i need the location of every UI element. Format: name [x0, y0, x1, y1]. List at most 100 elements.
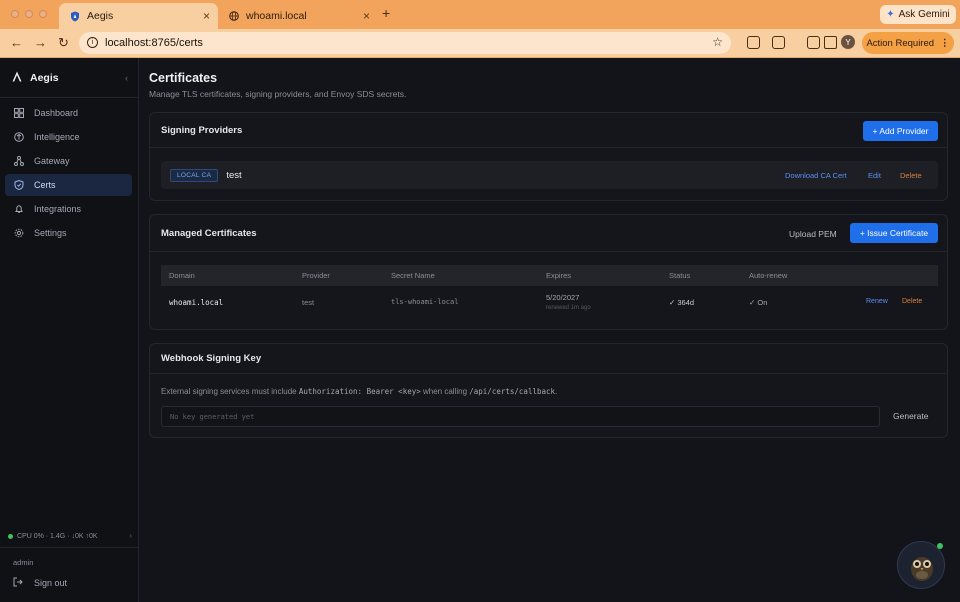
- action-required-label: Action Required: [866, 37, 935, 49]
- new-tab-button[interactable]: +: [382, 5, 390, 21]
- window-close-button[interactable]: [11, 10, 19, 18]
- collapse-sidebar-icon[interactable]: ‹: [125, 73, 128, 83]
- sidebar-item-label: Integrations: [34, 204, 82, 214]
- certificates-table: Domain Provider Secret Name Expires Stat…: [161, 265, 938, 320]
- table-header: Domain Provider Secret Name Expires Stat…: [161, 265, 938, 286]
- webhook-text: .: [555, 387, 558, 396]
- shield-icon: [69, 11, 80, 22]
- webhook-text: External signing services must include: [161, 387, 299, 396]
- close-tab-icon[interactable]: ×: [363, 9, 370, 23]
- sidebar-item-intelligence[interactable]: Intelligence: [5, 126, 132, 148]
- chevron-right-icon: ›: [129, 533, 132, 540]
- delete-provider-link[interactable]: Delete: [900, 171, 922, 180]
- signout-button[interactable]: Sign out: [13, 577, 67, 589]
- bell-icon: [14, 204, 24, 214]
- tab-title: Aegis: [87, 10, 114, 22]
- renew-cert-link[interactable]: Renew: [866, 298, 888, 305]
- download-ca-cert-link[interactable]: Download CA Cert: [785, 171, 847, 180]
- kebab-menu-icon: ⋮: [940, 37, 950, 49]
- bookmark-star-icon[interactable]: ☆: [712, 35, 723, 49]
- sidebar-item-settings[interactable]: Settings: [5, 222, 132, 244]
- logout-icon: [13, 577, 23, 589]
- action-required-button[interactable]: Action Required ⋮: [862, 32, 954, 54]
- current-user: admin: [13, 558, 34, 567]
- browser-tabstrip: Aegis × whoami.local × + ✦ Ask Gemini: [0, 0, 960, 29]
- column-header: Auto-renew: [749, 271, 788, 280]
- status-dot: [8, 534, 13, 539]
- column-header: Provider: [302, 271, 330, 280]
- cert-secret-name: tls-whoami-local: [391, 298, 459, 306]
- extension-icon[interactable]: [772, 36, 785, 49]
- browser-tab-aegis[interactable]: Aegis ×: [59, 3, 218, 29]
- back-arrow-icon[interactable]: ←: [10, 35, 23, 50]
- sidebar-item-label: Certs: [34, 180, 56, 190]
- reload-icon[interactable]: ↻: [58, 35, 69, 51]
- managed-certificates-card: Managed Certificates Upload PEM + Issue …: [149, 214, 948, 330]
- screenshot-icon[interactable]: [824, 36, 837, 49]
- page-subtitle: Manage TLS certificates, signing provide…: [149, 89, 407, 99]
- upload-pem-button[interactable]: Upload PEM: [789, 229, 837, 239]
- issue-certificate-button[interactable]: + Issue Certificate: [850, 223, 938, 243]
- gear-icon: [14, 228, 24, 238]
- ask-gemini-button[interactable]: ✦ Ask Gemini: [880, 5, 956, 24]
- gateway-icon: [14, 156, 24, 166]
- generate-key-button[interactable]: Generate: [893, 411, 928, 421]
- webhook-signing-key-card: Webhook Signing Key External signing ser…: [149, 343, 948, 438]
- cast-icon[interactable]: [807, 36, 820, 49]
- sidebar-nav: Dashboard Intelligence Gateway Certs Int…: [5, 102, 132, 246]
- column-header: Domain: [169, 271, 195, 280]
- password-manager-icon[interactable]: [747, 36, 760, 49]
- sparkle-icon: ✦: [886, 9, 895, 20]
- online-indicator: [937, 543, 943, 549]
- card-title: Webhook Signing Key: [161, 353, 262, 364]
- browser-tab-whoami[interactable]: whoami.local ×: [218, 3, 378, 29]
- cert-status: ✓ 364d: [669, 298, 695, 307]
- card-title: Managed Certificates: [161, 227, 257, 239]
- intelligence-icon: [14, 132, 24, 142]
- column-header: Status: [669, 271, 691, 280]
- url-text: localhost:8765/certs: [105, 37, 203, 49]
- owl-icon: [911, 557, 933, 581]
- card-header: Managed Certificates Upload PEM + Issue …: [150, 215, 947, 252]
- shield-icon: [14, 180, 24, 190]
- aegis-app: Aegis ‹ Dashboard Intelligence Gateway C…: [0, 58, 960, 602]
- column-header: Expires: [546, 271, 572, 280]
- cert-renewed: renewed 1m ago: [546, 305, 591, 311]
- sidebar-item-dashboard[interactable]: Dashboard: [5, 102, 132, 124]
- cert-autorenew: ✓ On: [749, 298, 768, 307]
- site-info-icon[interactable]: i: [87, 37, 98, 48]
- browser-toolbar: ← → ↻ i localhost:8765/certs ☆ Y Action …: [0, 29, 960, 58]
- provider-row: LOCAL CA test Download CA Cert Edit Dele…: [161, 161, 938, 189]
- delete-cert-link[interactable]: Delete: [902, 298, 922, 305]
- add-provider-button[interactable]: + Add Provider: [863, 121, 938, 141]
- aegis-logo-icon: [12, 70, 22, 85]
- webhook-endpoint-code: /api/certs/callback: [469, 387, 556, 396]
- system-status[interactable]: CPU 0% · 1.4G · ↓0K ↑0K ›: [8, 533, 132, 540]
- sidebar: Aegis ‹ Dashboard Intelligence Gateway C…: [0, 58, 139, 602]
- sidebar-divider: [0, 97, 139, 98]
- webhook-header-code: Authorization: Bearer <key>: [298, 387, 421, 396]
- edit-provider-link[interactable]: Edit: [868, 171, 881, 180]
- forward-arrow-icon[interactable]: →: [34, 35, 47, 50]
- sidebar-divider-bottom: [0, 547, 139, 548]
- provider-type-badge: LOCAL CA: [170, 168, 219, 182]
- column-header: Secret Name: [391, 271, 435, 280]
- cert-domain: whoami.local: [169, 298, 224, 307]
- system-status-text: CPU 0% · 1.4G · ↓0K ↑0K: [17, 533, 98, 540]
- profile-avatar[interactable]: Y: [841, 35, 855, 49]
- webhook-key-field[interactable]: No key generated yet: [161, 406, 880, 427]
- sidebar-item-integrations[interactable]: Integrations: [5, 198, 132, 220]
- provider-name: test: [226, 169, 242, 181]
- brand[interactable]: Aegis: [12, 70, 59, 85]
- cert-expires: 5/20/2027: [546, 293, 580, 302]
- card-title: Signing Providers: [161, 124, 243, 136]
- card-header: Webhook Signing Key: [150, 344, 947, 374]
- sidebar-item-certs[interactable]: Certs: [5, 174, 132, 196]
- sidebar-item-gateway[interactable]: Gateway: [5, 150, 132, 172]
- table-row: whoami.local test tls-whoami-local 5/20/…: [161, 286, 938, 320]
- close-tab-icon[interactable]: ×: [203, 9, 210, 23]
- window-zoom-button[interactable]: [39, 10, 47, 18]
- window-minimize-button[interactable]: [25, 10, 33, 18]
- address-bar[interactable]: i localhost:8765/certs ☆: [79, 32, 731, 54]
- sidebar-item-label: Intelligence: [34, 132, 80, 142]
